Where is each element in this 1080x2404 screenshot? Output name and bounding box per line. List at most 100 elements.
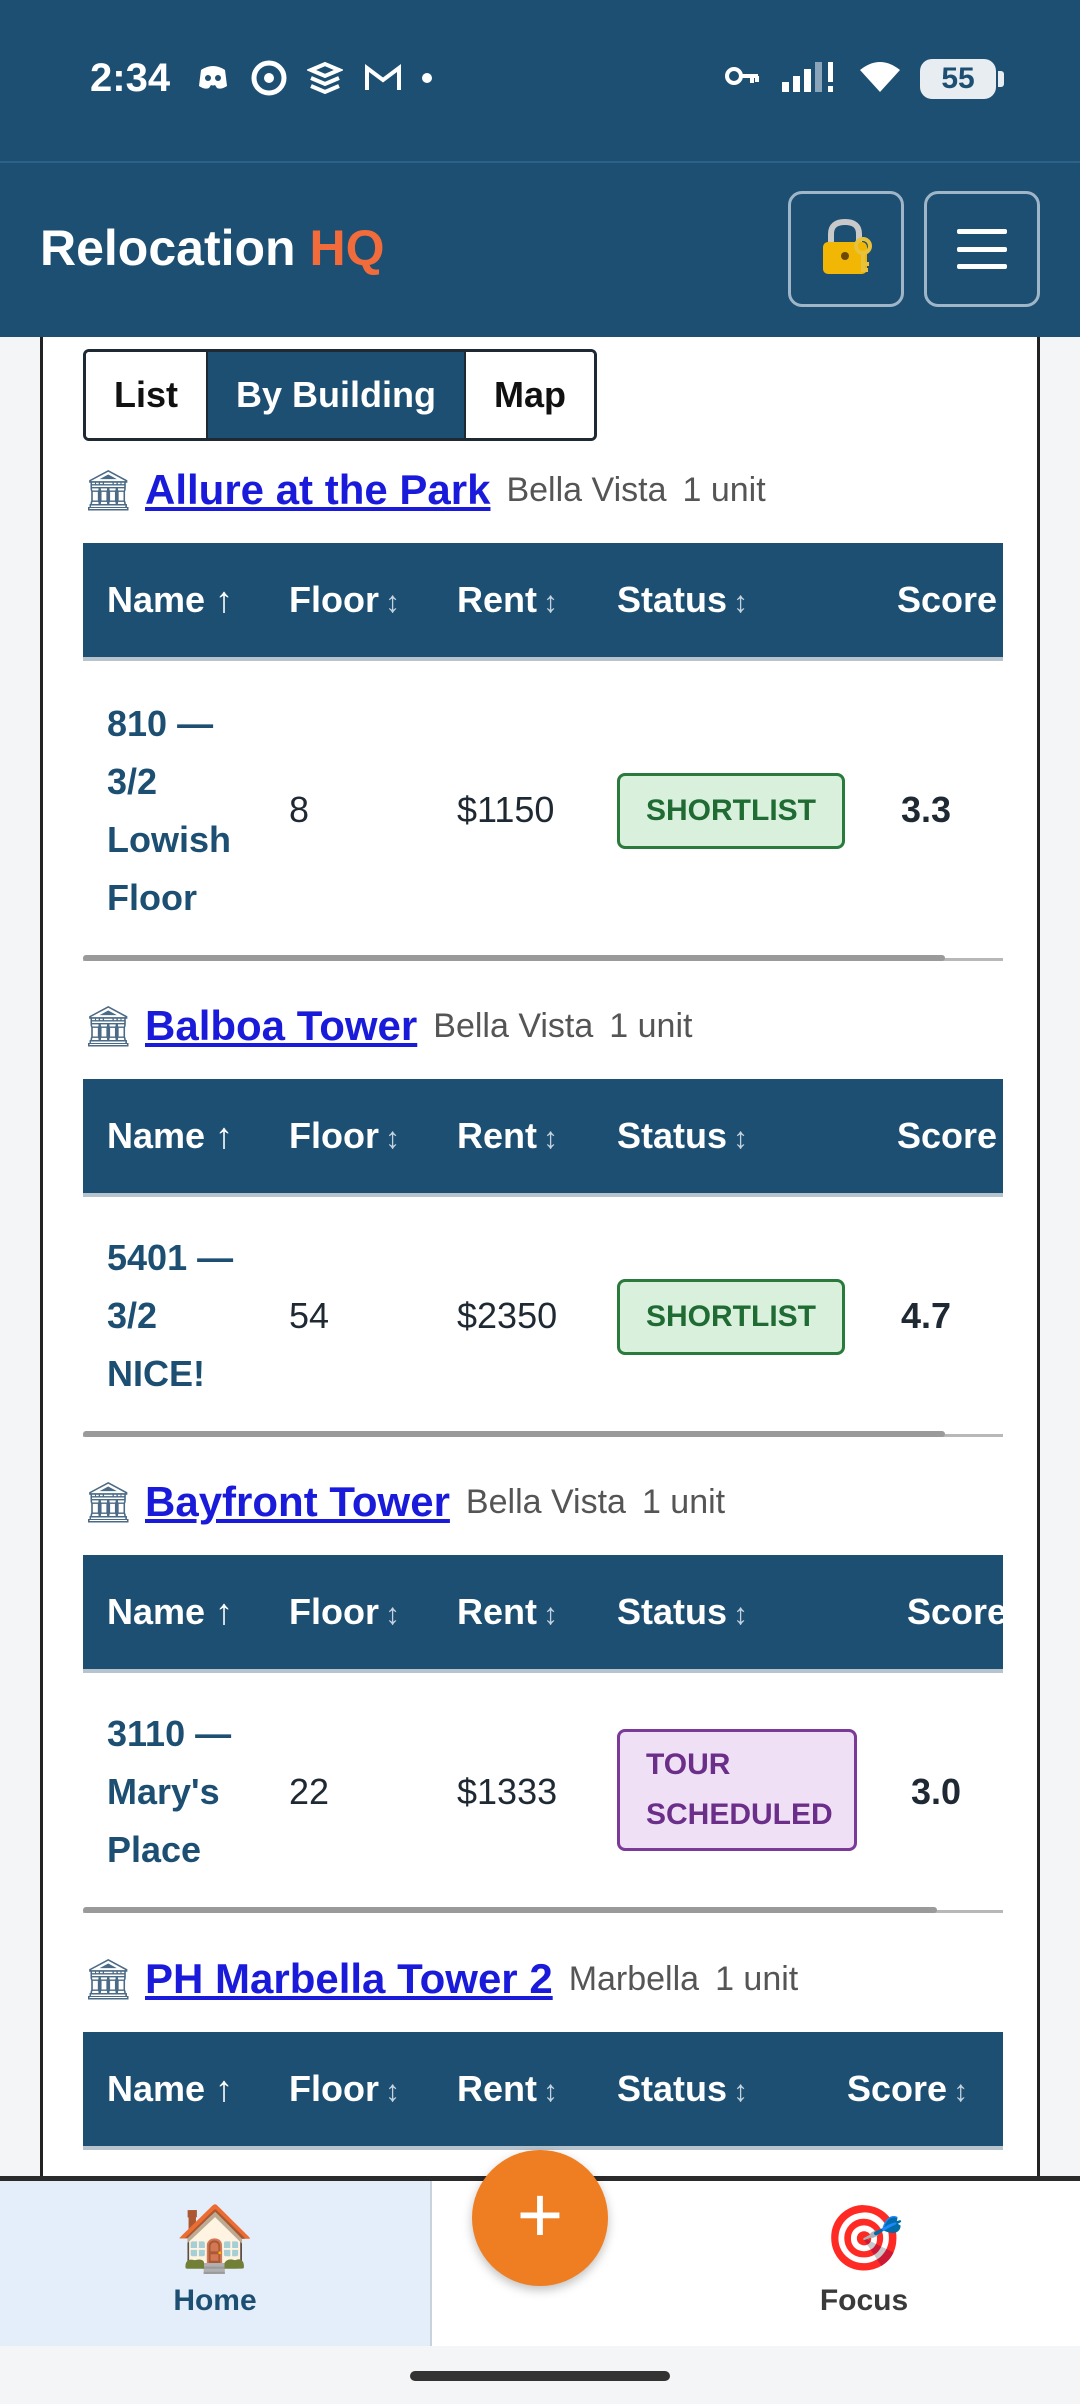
unit-name-link[interactable]: 3110 — Mary's Place [107,1705,267,1879]
building-header: 🏛 Bayfront Tower Bella Vista 1 unit [83,1467,1003,1537]
col-score[interactable]: Score ↕ [847,2032,968,2146]
horizontal-scrollbar[interactable] [83,955,945,961]
col-status[interactable]: Status ↕ [617,1079,748,1193]
building-link[interactable]: Balboa Tower [145,1002,417,1050]
building-area: Bella Vista [433,1006,594,1045]
col-score[interactable]: Score [897,543,997,657]
status-bar: 2:34 55 [0,0,1080,162]
notification-icons [195,60,455,96]
nav-focus-label: Focus [819,2284,909,2317]
unit-name-link[interactable]: 810 — 3/2 Lowish Floor [107,695,267,927]
toggle-list[interactable]: List [86,352,207,438]
col-status[interactable]: Status ↕ [617,543,748,657]
status-badge: TOUR SCHEDULED [617,1729,857,1851]
gesture-handle[interactable] [410,2371,670,2381]
home-icon: 🏠 [175,2202,255,2274]
building-unit-count: 1 unit [682,470,766,509]
stack-icon [305,60,345,96]
lock-key-icon [813,214,879,285]
nav-home-label: Home [173,2284,257,2317]
signal-icon [780,58,840,99]
col-floor[interactable]: Floor ↕ [289,1555,400,1669]
col-rent[interactable]: Rent ↕ [457,2032,558,2146]
building-area: Bella Vista [506,470,667,509]
discord-icon [195,60,231,96]
clock: 2:34 [90,56,171,100]
table-row[interactable]: 810 — 3/2 Lowish Floor 8 $1150 SHORTLIST… [83,661,1003,961]
col-floor[interactable]: Floor ↕ [289,1079,400,1193]
unit-name-link[interactable]: 5401 — 3/2 NICE! [107,1229,267,1403]
app-title: Relocation HQ [40,219,385,277]
building-icon: 🏛 [83,1480,134,1525]
nav-focus[interactable]: 🎯 Focus [648,2181,1080,2346]
status-badge: SHORTLIST [617,1279,845,1355]
app-title-accent: HQ [309,220,385,276]
system-icons: 55 [724,58,1004,99]
col-name[interactable]: Name ↑ [107,1555,233,1669]
building-unit-count: 1 unit [609,1006,693,1045]
table-header: Name ↑ Floor ↕ Rent ↕ Status ↕ Score [83,543,1003,661]
table-header: Name ↑ Floor ↕ Rent ↕ Status ↕ Score [83,1555,1003,1673]
col-score[interactable]: Score [907,1555,1003,1669]
gmail-icon [363,60,401,96]
building-header: 🏛 Allure at the Park Bella Vista 1 unit [83,455,1003,525]
building-group: 🏛 Allure at the Park Bella Vista 1 unit … [83,455,1003,961]
building-icon: 🏛 [83,468,134,513]
building-group: 🏛 PH Marbella Tower 2 Marbella 1 unit Na… [83,1944,1003,2150]
unit-score: 3.3 [901,789,952,830]
app-header: Relocation HQ [0,163,1080,337]
content-card: List By Building Map 🏛 Allure at the Par… [40,337,1040,2179]
vpn-key-icon [724,61,762,96]
building-header: 🏛 PH Marbella Tower 2 Marbella 1 unit [83,1944,1003,2014]
col-name[interactable]: Name ↑ [107,543,233,657]
col-status[interactable]: Status ↕ [617,2032,748,2146]
building-group: 🏛 Balboa Tower Bella Vista 1 unit Name ↑… [83,991,1003,1437]
toggle-map[interactable]: Map [464,352,595,438]
building-area: Bella Vista [465,1482,626,1521]
building-link[interactable]: PH Marbella Tower 2 [145,1955,553,2003]
nav-home[interactable]: 🏠 Home [0,2181,432,2346]
unit-rent: $2350 [457,1295,558,1336]
building-unit-count: 1 unit [715,1959,799,1998]
unit-score: 3.0 [911,1771,962,1812]
horizontal-scrollbar[interactable] [83,1431,945,1437]
unit-floor: 22 [289,1771,330,1812]
col-score[interactable]: Score [897,1079,997,1193]
chrome-icon [251,60,287,96]
hamburger-icon [957,229,1007,269]
status-badge: SHORTLIST [617,773,845,849]
building-group: 🏛 Bayfront Tower Bella Vista 1 unit Name… [83,1467,1003,1913]
unit-floor: 54 [289,1295,330,1336]
building-unit-count: 1 unit [641,1482,726,1521]
unit-rent: $1150 [457,789,555,830]
add-button[interactable]: + [472,2150,608,2286]
col-floor[interactable]: Floor ↕ [289,2032,400,2146]
col-status[interactable]: Status ↕ [617,1555,748,1669]
building-link[interactable]: Bayfront Tower [145,1478,450,1526]
col-name[interactable]: Name ↑ [107,1079,233,1193]
horizontal-scrollbar[interactable] [83,1907,937,1913]
table-row[interactable]: 5401 — 3/2 NICE! 54 $2350 SHORTLIST 4.7 [83,1197,1003,1437]
target-icon: 🎯 [824,2202,904,2274]
col-floor[interactable]: Floor ↕ [289,543,400,657]
dot-icon [419,60,455,96]
table-row[interactable]: 3110 — Mary's Place 22 $1333 TOUR SCHEDUL… [83,1673,1003,1913]
col-rent[interactable]: Rent ↕ [457,543,558,657]
lock-button[interactable] [788,191,904,307]
battery-indicator: 55 [920,58,1004,99]
unit-score: 4.7 [901,1295,952,1336]
table-header: Name ↑ Floor ↕ Rent ↕ Status ↕ Score [83,1079,1003,1197]
wifi-icon [858,58,902,99]
app-title-main: Relocation [40,220,296,276]
unit-floor: 8 [289,789,310,830]
building-header: 🏛 Balboa Tower Bella Vista 1 unit [83,991,1003,1061]
menu-button[interactable] [924,191,1040,307]
building-icon: 🏛 [83,1004,134,1049]
col-rent[interactable]: Rent ↕ [457,1079,558,1193]
col-rent[interactable]: Rent ↕ [457,1555,558,1669]
col-name[interactable]: Name ↑ [107,2032,233,2146]
toggle-by-building[interactable]: By Building [206,352,465,438]
gesture-bar [0,2346,1080,2404]
building-link[interactable]: Allure at the Park [145,466,490,514]
table-header: Name ↑ Floor ↕ Rent ↕ Status ↕ Score ↕ [83,2032,1003,2150]
